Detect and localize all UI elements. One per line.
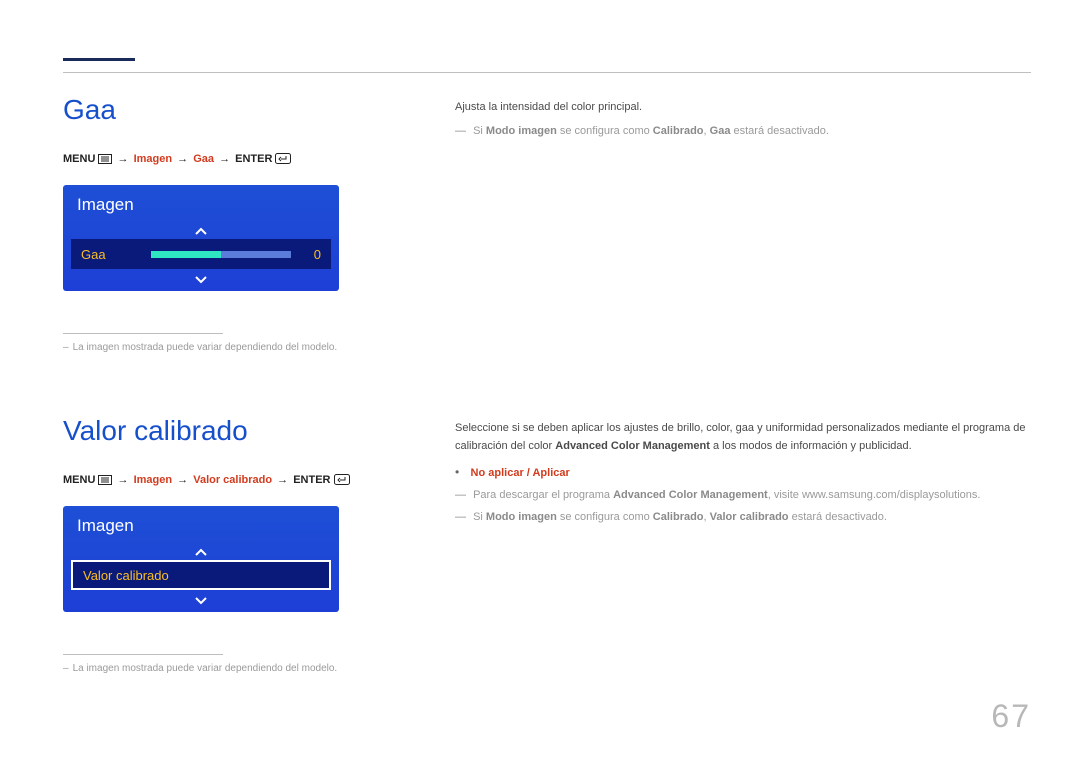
vc-right-column: Seleccione si se deben aplicar los ajust… [455,420,1031,526]
note-bold: Modo imagen [486,125,557,137]
vc-note-1: ― Para descargar el programa Advanced Co… [455,487,1031,505]
vc-note-2: ― Si Modo imagen se configura como Calib… [455,509,1031,527]
vc-osd-panel: Imagen Valor calibrado [63,506,339,612]
panel-down-arrow[interactable] [63,590,339,608]
note-bold: Modo imagen [486,511,557,523]
menu-label: MENU [63,153,95,165]
note-text: estará desactivado. [730,125,828,137]
path-imagen: Imagen [134,474,173,486]
arrow-icon: → [175,153,190,165]
note-text: Si [473,125,486,137]
panel-down-arrow[interactable] [63,269,339,287]
note-bold: Valor calibrado [710,511,789,523]
note-text: se configura como [557,511,653,523]
footnote-text: La imagen mostrada puede variar dependie… [73,342,338,353]
gaa-menu-path: MENU → Imagen → Gaa → ENTER [63,152,413,169]
enter-icon [334,474,350,490]
note-bold: Calibrado [653,125,704,137]
gaa-left-column: Gaa MENU → Imagen → Gaa → ENTER Imagen G… [63,94,413,355]
enter-label: ENTER [293,474,330,486]
divider [63,333,223,334]
gaa-slider-row[interactable]: Gaa 0 [71,239,331,269]
panel-up-arrow[interactable] [63,542,339,560]
desc-text: a los modos de información y publicidad. [710,440,912,452]
slider-value: 0 [301,247,321,262]
row-label: Valor calibrado [83,568,319,583]
slider-track[interactable] [151,251,291,258]
note-text: se configura como [557,125,653,137]
divider [63,654,223,655]
path-vc: Valor calibrado [193,474,272,486]
vc-description: Seleccione si se deben aplicar los ajust… [455,420,1031,455]
note-bold: Gaa [710,125,731,137]
note-text: Para descargar el programa [473,489,613,501]
enter-icon [275,153,291,169]
gaa-right-column: Ajusta la intensidad del color principal… [455,99,1031,140]
arrow-icon: → [275,474,290,486]
enter-label: ENTER [235,153,272,165]
slider-fill [151,251,221,258]
gaa-footnote: –La imagen mostrada puede variar dependi… [63,340,413,355]
arrow-icon: → [116,474,131,486]
path-gaa: Gaa [193,153,214,165]
arrow-icon: → [116,153,131,165]
header-accent [63,58,135,61]
gaa-note: ― Si Modo imagen se configura como Calib… [455,123,1031,141]
panel-title: Imagen [63,185,339,221]
footnote-text: La imagen mostrada puede variar dependie… [73,663,338,674]
panel-up-arrow[interactable] [63,221,339,239]
gaa-heading: Gaa [63,94,413,126]
note-bold: Advanced Color Management [613,489,768,501]
vc-left-column: Valor calibrado MENU → Imagen → Valor ca… [63,415,413,676]
desc-bold: Advanced Color Management [555,440,710,452]
menu-icon [98,154,112,169]
slider-label: Gaa [81,247,141,262]
vc-selected-row[interactable]: Valor calibrado [71,560,331,590]
note-text: estará desactivado. [789,511,887,523]
arrow-icon: → [175,474,190,486]
note-bold: Calibrado [653,511,704,523]
vc-options: • No aplicar / Aplicar [455,465,1031,479]
vc-menu-path: MENU → Imagen → Valor calibrado → ENTER [63,473,413,490]
header-rule [63,72,1031,73]
options-text: No aplicar / Aplicar [471,467,570,479]
gaa-description: Ajusta la intensidad del color principal… [455,99,1031,117]
vc-heading: Valor calibrado [63,415,413,447]
note-text: Si [473,511,486,523]
note-text: , visite www.samsung.com/displaysolution… [768,489,981,501]
panel-title: Imagen [63,506,339,542]
path-imagen: Imagen [134,153,173,165]
menu-label: MENU [63,474,95,486]
bullet-icon: • [455,465,467,479]
menu-icon [98,475,112,490]
arrow-icon: → [217,153,232,165]
vc-footnote: –La imagen mostrada puede variar dependi… [63,661,413,676]
page-number: 67 [991,698,1031,735]
gaa-osd-panel: Imagen Gaa 0 [63,185,339,291]
